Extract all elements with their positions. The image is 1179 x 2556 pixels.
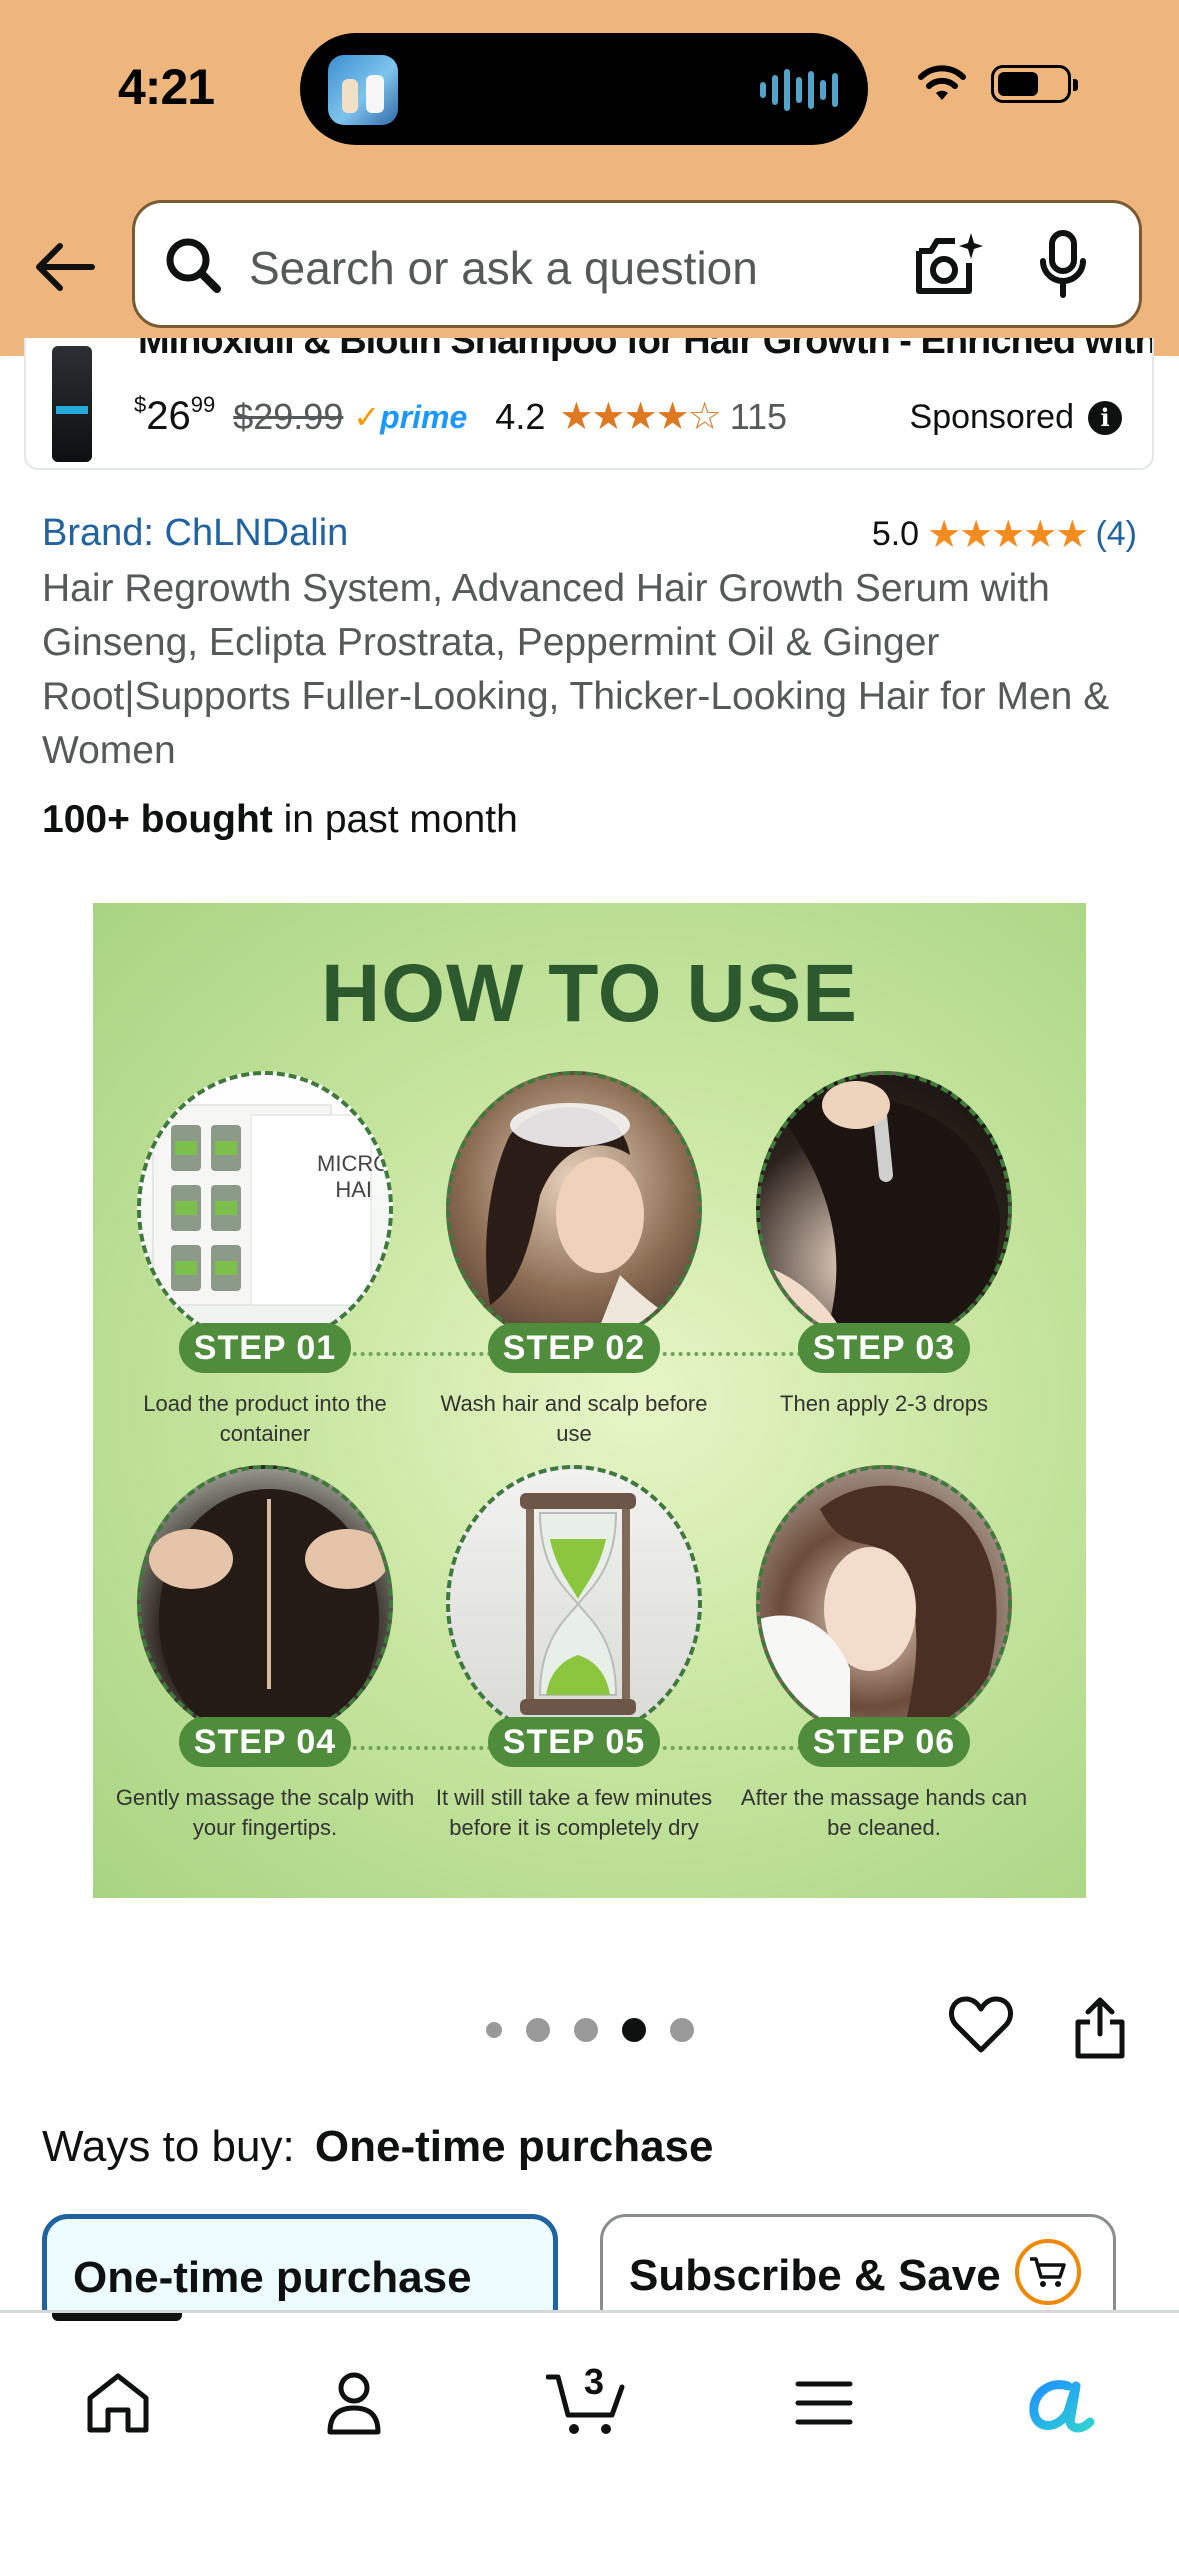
- rating-value: 5.0: [871, 515, 920, 553]
- bought-in-past-month: 100+ bought in past month: [42, 798, 518, 842]
- star-rating-icon: ★★★★☆: [559, 396, 721, 438]
- nav-account[interactable]: [304, 2353, 404, 2453]
- nav-rufus[interactable]: [1012, 2353, 1112, 2453]
- sponsored-text: Sponsored: [909, 398, 1074, 436]
- sponsored-review-count: 115: [729, 395, 788, 437]
- prime-badge: ✓prime: [353, 398, 467, 436]
- ways-to-buy: Ways to buy: One-time purchase: [42, 2122, 713, 2172]
- step-04-label: STEP 04: [179, 1717, 351, 1767]
- step-01-image: MICRO HAI: [137, 1071, 393, 1347]
- product-title: Hair Regrowth System, Advanced Hair Grow…: [42, 567, 1110, 772]
- ways-to-buy-label: Ways to buy:: [42, 2122, 295, 2171]
- cart-count: 3: [584, 2361, 605, 2402]
- home-icon: [87, 2373, 149, 2433]
- carousel-dot[interactable]: [574, 2018, 598, 2042]
- info-icon[interactable]: i: [1088, 400, 1122, 435]
- wifi-icon: [918, 65, 966, 100]
- add-to-list-button[interactable]: [948, 1994, 1014, 2061]
- rating-count[interactable]: (4): [1095, 515, 1137, 554]
- bought-count: 100+ bought: [42, 798, 273, 841]
- nav-menu[interactable]: [774, 2353, 874, 2453]
- carousel-dot[interactable]: [486, 2022, 502, 2038]
- step-02-image: [446, 1071, 702, 1347]
- share-button[interactable]: [1072, 1994, 1128, 2065]
- status-time: 4:21: [118, 59, 215, 115]
- list-price: $29.99: [233, 395, 344, 437]
- price-symbol: $: [134, 391, 147, 417]
- camera-search-icon[interactable]: [913, 231, 985, 299]
- step-06-label: STEP 06: [798, 1717, 970, 1767]
- search-input[interactable]: Search or ask a question: [249, 241, 758, 295]
- bought-period: in past month: [272, 798, 518, 841]
- price-whole: 26: [146, 394, 191, 438]
- rufus-icon: [1029, 2380, 1095, 2433]
- product-rating[interactable]: 5.0 ★★★★★ (4): [872, 512, 1137, 557]
- search-icon: [166, 238, 221, 293]
- sponsored-product-details: $ 26 99 $29.99 ✓prime 4.2 ★★★★☆ 115: [134, 391, 788, 439]
- battery-icon: [991, 65, 1078, 103]
- sponsored-product-card[interactable]: Minoxidil & Biotin Shampoo for Hair Grow…: [24, 338, 1154, 470]
- menu-icon: [795, 2381, 853, 2425]
- sponsored-product-title: Minoxidil & Biotin Shampoo for Hair Grow…: [138, 338, 1154, 362]
- back-arrow-icon: [36, 243, 95, 291]
- nav-active-indicator: [52, 2313, 182, 2321]
- step-04-image: [137, 1465, 393, 1741]
- app-header: 4:21 Search or ask a question: [0, 0, 1179, 356]
- step-01-description: Load the product into the container: [143, 1391, 387, 1446]
- prime-check-icon: ✓: [353, 398, 381, 435]
- sponsored-rating: 4.2: [495, 395, 546, 437]
- option-label: One-time purchase: [73, 2253, 472, 2302]
- step-05-description: It will still take a few minutes before …: [435, 1785, 713, 1840]
- search-bar[interactable]: Search or ask a question: [132, 200, 1142, 328]
- back-button[interactable]: [30, 232, 100, 302]
- step-01-label: STEP 01: [179, 1323, 351, 1373]
- step-03-image: [756, 1071, 1012, 1347]
- brand-link[interactable]: Brand: ChLNDalin: [42, 512, 348, 555]
- step-02-description: Wash hair and scalp before use: [440, 1391, 708, 1446]
- bottom-navigation: 3: [0, 2310, 1179, 2556]
- step-03-description: Then apply 2-3 drops: [780, 1391, 988, 1416]
- share-icon: [1075, 1997, 1125, 2059]
- step-02-label: STEP 02: [488, 1323, 660, 1373]
- subscribe-cart-icon: [1014, 2239, 1081, 2305]
- step-05-label: STEP 05: [488, 1717, 660, 1767]
- step-03-label: STEP 03: [798, 1323, 970, 1373]
- ways-to-buy-selected: One-time purchase: [314, 2122, 714, 2171]
- status-icons: [917, 64, 1078, 104]
- product-image[interactable]: HOW TO USE MICRO HAI STEP 01 Load the pr…: [93, 903, 1086, 1898]
- now-playing-artwork: [328, 55, 398, 125]
- price-fraction: 99: [190, 391, 216, 417]
- step-06-image: [756, 1465, 1012, 1741]
- box-label: MICRO HAI: [317, 1151, 391, 1202]
- sponsored-product-thumbnail: [52, 346, 92, 462]
- sponsored-label[interactable]: Sponsored i: [910, 398, 1122, 437]
- step-05-image: [446, 1465, 702, 1741]
- option-label: Subscribe & Save: [629, 2251, 1001, 2300]
- dynamic-island[interactable]: [300, 33, 868, 145]
- carousel-dot[interactable]: [526, 2018, 550, 2042]
- audio-waveform-icon: [760, 69, 838, 111]
- account-icon: [327, 2372, 381, 2435]
- carousel-dot-active[interactable]: [622, 2018, 646, 2042]
- heart-icon: [949, 1996, 1013, 2053]
- star-rating-icon: ★★★★★: [927, 514, 1089, 556]
- image-carousel-dots[interactable]: [486, 2018, 694, 2042]
- nav-home[interactable]: [68, 2353, 168, 2453]
- prime-label: prime: [380, 398, 468, 435]
- step-06-description: After the massage hands can be cleaned.: [740, 1785, 1028, 1840]
- carousel-dot[interactable]: [670, 2018, 694, 2042]
- microphone-icon[interactable]: [1035, 229, 1091, 301]
- step-04-description: Gently massage the scalp with your finge…: [115, 1785, 415, 1840]
- image-heading: HOW TO USE: [321, 948, 858, 1039]
- nav-cart[interactable]: 3: [538, 2353, 638, 2453]
